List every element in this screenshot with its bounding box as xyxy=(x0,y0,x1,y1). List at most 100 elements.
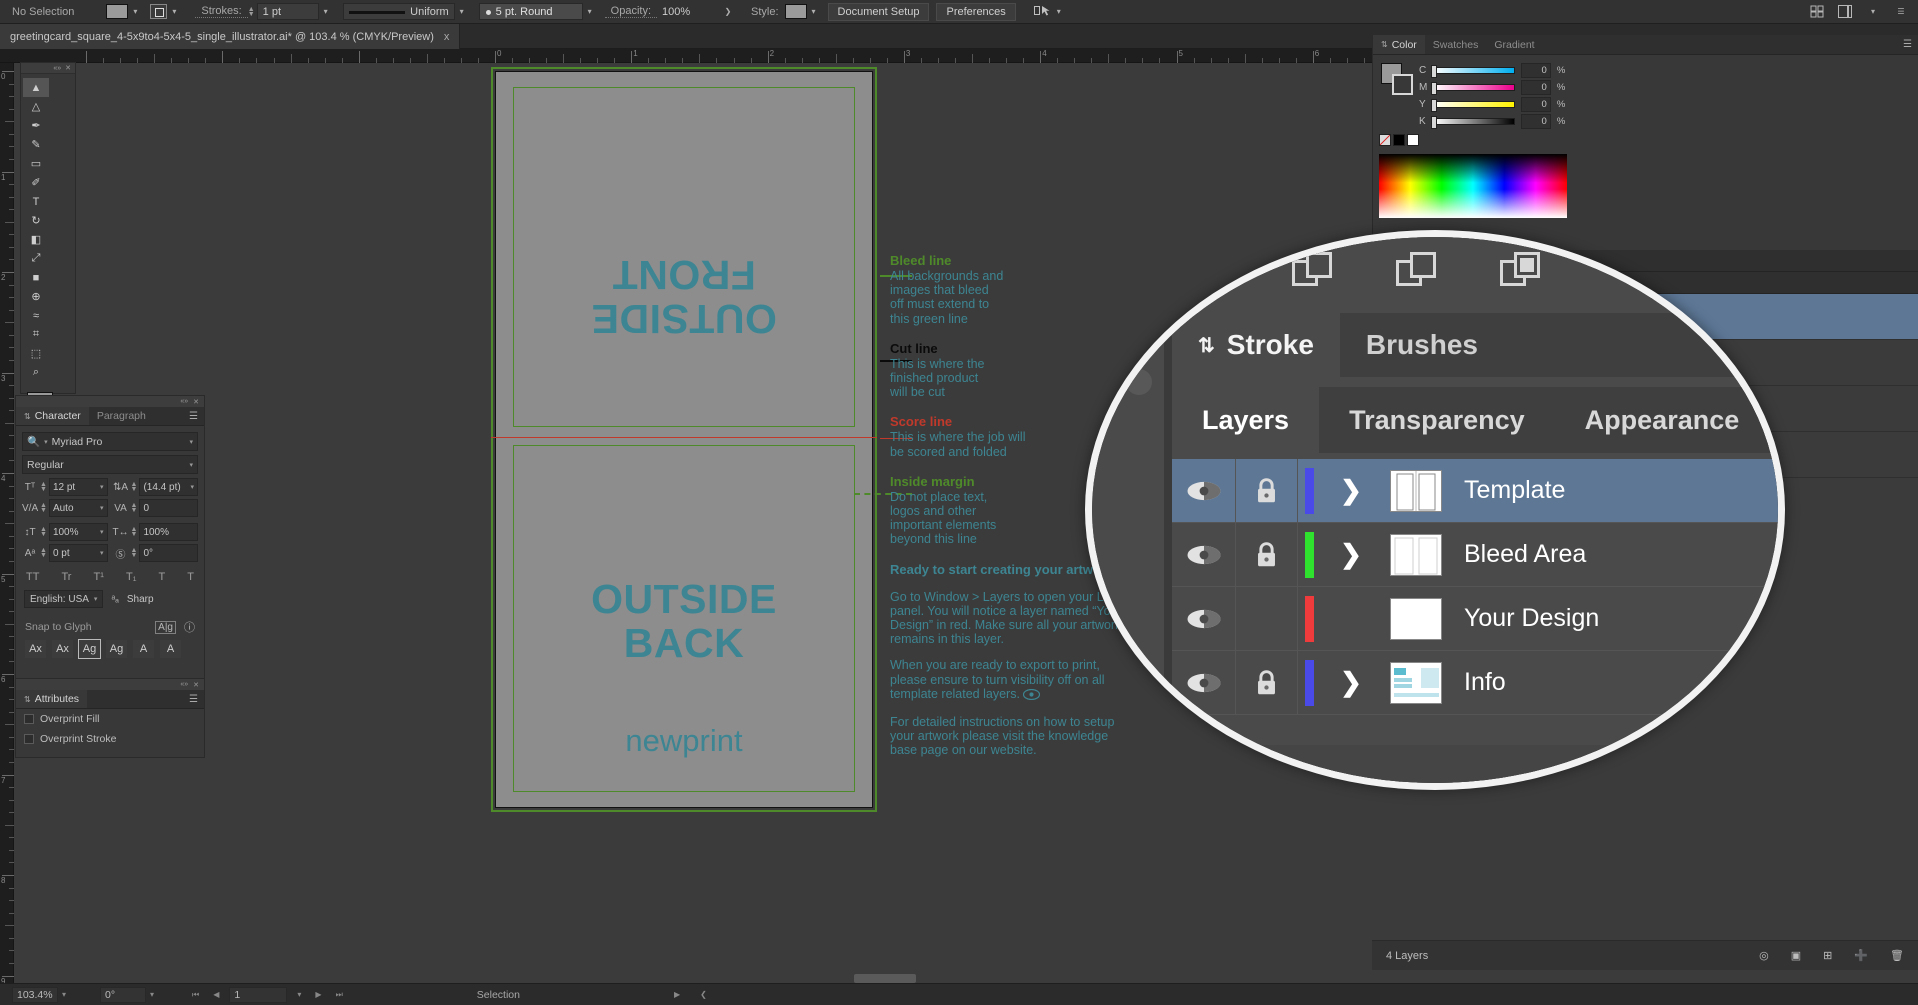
color-slider-value[interactable]: 0 xyxy=(1521,63,1551,78)
magnified-pathfinder-icons[interactable] xyxy=(1172,237,1785,307)
shape-builder-tool[interactable]: ⊕ xyxy=(23,287,49,306)
color-slider-C[interactable]: C0% xyxy=(1419,63,1567,77)
status-prev-icon[interactable]: ❮ xyxy=(696,990,711,999)
color-slider-track[interactable] xyxy=(1433,84,1515,91)
select-similar-dropdown-icon[interactable]: ▾ xyxy=(1052,4,1066,20)
create-sublayer-icon[interactable]: ⊞ xyxy=(1823,949,1832,962)
opacity-expand-icon[interactable]: ❯ xyxy=(721,4,735,20)
chevron-down-icon[interactable]: ▾ xyxy=(189,438,193,446)
character-rotation-input[interactable]: 0° xyxy=(139,544,198,562)
snap-glyph-button-5[interactable]: A xyxy=(160,640,181,658)
make-clipping-mask-icon[interactable]: ▣ xyxy=(1791,949,1801,962)
pen-tool[interactable]: ✒ xyxy=(23,116,49,135)
tools-panel-grip[interactable]: «» ✕ xyxy=(21,63,75,74)
tab-attributes[interactable]: ⇅ Attributes xyxy=(16,690,87,708)
document-tab[interactable]: greetingcard_square_4-5x9to4-5x4-5_singl… xyxy=(0,24,460,49)
chevron-down-icon[interactable]: ▾ xyxy=(100,549,104,557)
artboard-navigation[interactable]: ⏮ ◀ 1 ▾ ▶ ⏭ xyxy=(183,987,352,1003)
stroke-weight-dropdown-icon[interactable]: ▾ xyxy=(319,4,333,20)
glyph-buttons-row[interactable]: AxAxAgAgAA xyxy=(22,638,198,660)
color-swatch-stack[interactable] xyxy=(1381,63,1415,97)
layer-name[interactable]: Bleed Area xyxy=(1450,540,1586,569)
previous-artboard-icon[interactable]: ◀ xyxy=(209,990,223,999)
profile-dropdown-icon[interactable]: ▾ xyxy=(455,4,469,20)
zoom-control[interactable]: 103.4% ▾ xyxy=(0,987,75,1003)
font-family-field[interactable]: 🔍 ▾ Myriad Pro ▾ xyxy=(22,432,198,451)
opacity-input[interactable]: 100% xyxy=(657,3,721,20)
vertical-scale-stepper[interactable]: ▲▼ xyxy=(40,527,47,537)
magnified-dock-rail[interactable] xyxy=(1092,237,1164,790)
eye-icon[interactable] xyxy=(1172,651,1236,714)
glyph-guide-icon[interactable]: A|g xyxy=(155,621,176,634)
paintbrush-tool[interactable]: ✐ xyxy=(23,173,49,192)
tab-swatches[interactable]: Swatches xyxy=(1425,35,1487,54)
color-slider-value[interactable]: 0 xyxy=(1521,80,1551,95)
select-similar-icon[interactable] xyxy=(1032,4,1052,20)
color-slider-value[interactable]: 0 xyxy=(1521,97,1551,112)
gradient-tool[interactable]: ■ xyxy=(23,268,49,287)
arrange-documents-icon[interactable] xyxy=(1810,4,1824,20)
tools-grid[interactable]: ▲△✒✎▭✐T↻◧⤢■⊕≈⌗⬚⌕ xyxy=(21,74,75,386)
close-icon[interactable]: ✕ xyxy=(193,398,199,406)
panel-menu-icon[interactable]: ☰ xyxy=(1903,35,1918,54)
color-slider-Y[interactable]: Y0% xyxy=(1419,97,1567,111)
layer-name[interactable]: Info xyxy=(1450,668,1506,697)
color-slider-M[interactable]: M0% xyxy=(1419,80,1567,94)
case-button-3[interactable]: T₁ xyxy=(126,571,136,583)
next-artboard-icon[interactable]: ▶ xyxy=(311,990,325,999)
artboard-dropdown-icon[interactable]: ▾ xyxy=(293,990,305,999)
expand-layer-icon[interactable]: ❯ xyxy=(1320,651,1382,714)
lock-icon[interactable] xyxy=(1236,651,1298,714)
tab-character[interactable]: ⇅ Character xyxy=(16,407,89,425)
stroke-weight-input[interactable]: 1 pt xyxy=(257,3,319,20)
free-transform-tool[interactable]: ⌗ xyxy=(23,325,49,344)
lock-icon[interactable] xyxy=(1236,523,1298,586)
layer-name[interactable]: Template xyxy=(1450,476,1565,505)
case-buttons-row[interactable]: TTTrT¹T₁TT xyxy=(22,565,198,587)
tab-stroke[interactable]: ⇅ Stroke xyxy=(1172,313,1340,377)
magnified-stroke-tabs[interactable]: ⇅ Stroke Brushes xyxy=(1172,313,1785,377)
horizontal-scale-control[interactable]: T↔ ▲▼ 100% xyxy=(113,523,199,541)
color-slider-value[interactable]: 0 xyxy=(1521,114,1551,129)
color-slider-thumb[interactable] xyxy=(1431,116,1437,129)
type-tool[interactable]: T xyxy=(23,192,49,211)
baseline-shift-control[interactable]: Aᵃ ▲▼ 0 pt ▾ xyxy=(22,544,108,562)
workspace-switcher-icon[interactable] xyxy=(1838,4,1852,20)
case-button-2[interactable]: T¹ xyxy=(94,571,104,583)
color-quick-swatches[interactable] xyxy=(1379,134,1567,146)
character-rotation-control[interactable]: Ⓢ ▲▼ 0° xyxy=(113,544,199,562)
baseline-shift-input[interactable]: 0 pt ▾ xyxy=(49,544,108,562)
vertical-scale-control[interactable]: ↕T ▲▼ 100% ▾ xyxy=(22,523,108,541)
kerning-stepper[interactable]: ▲▼ xyxy=(40,503,47,513)
snap-glyph-button-1[interactable]: Ax xyxy=(52,640,73,658)
first-artboard-icon[interactable]: ⏮ xyxy=(188,990,203,1000)
eye-icon[interactable] xyxy=(1172,523,1236,586)
curvature-tool[interactable]: ✎ xyxy=(23,135,49,154)
expand-layer-icon[interactable] xyxy=(1320,587,1382,650)
overprint-fill-checkbox[interactable] xyxy=(24,714,34,724)
chevron-down-icon[interactable]: ▾ xyxy=(94,595,98,603)
rotation-control[interactable]: 0° ▾ xyxy=(95,987,163,1003)
chevron-down-icon[interactable]: ▾ xyxy=(44,438,48,446)
scale-tool[interactable]: ⤢ xyxy=(23,249,49,268)
tab-brushes[interactable]: Brushes xyxy=(1340,313,1504,377)
panel-toggle-icon[interactable]: ⇅ xyxy=(24,695,31,704)
panel-menu-icon[interactable]: ☰ xyxy=(1894,4,1908,20)
character-rotation-stepper[interactable]: ▲▼ xyxy=(131,548,138,558)
case-button-4[interactable]: T xyxy=(158,571,165,583)
tab-appearance[interactable]: Appearance xyxy=(1555,387,1770,453)
artboard-number-input[interactable]: 1 xyxy=(229,987,287,1003)
close-icon[interactable]: ✕ xyxy=(193,681,199,689)
horizontal-scale-input[interactable]: 100% xyxy=(139,523,198,541)
stroke-swatch[interactable] xyxy=(150,4,167,19)
direct-selection-tool[interactable]: △ xyxy=(23,97,49,116)
last-artboard-icon[interactable]: ⏭ xyxy=(332,990,347,1000)
rotation-input[interactable]: 0° xyxy=(100,987,146,1003)
overprint-stroke-checkbox[interactable] xyxy=(24,734,34,744)
zoom-tool[interactable]: ⌕ xyxy=(23,363,49,382)
fill-dropdown-icon[interactable]: ▾ xyxy=(128,4,142,20)
chevron-down-icon[interactable]: ▾ xyxy=(190,483,194,491)
lock-icon[interactable] xyxy=(1236,459,1298,522)
case-button-5[interactable]: T xyxy=(187,571,194,583)
vertical-ruler[interactable]: 0123456789 xyxy=(0,63,14,1005)
